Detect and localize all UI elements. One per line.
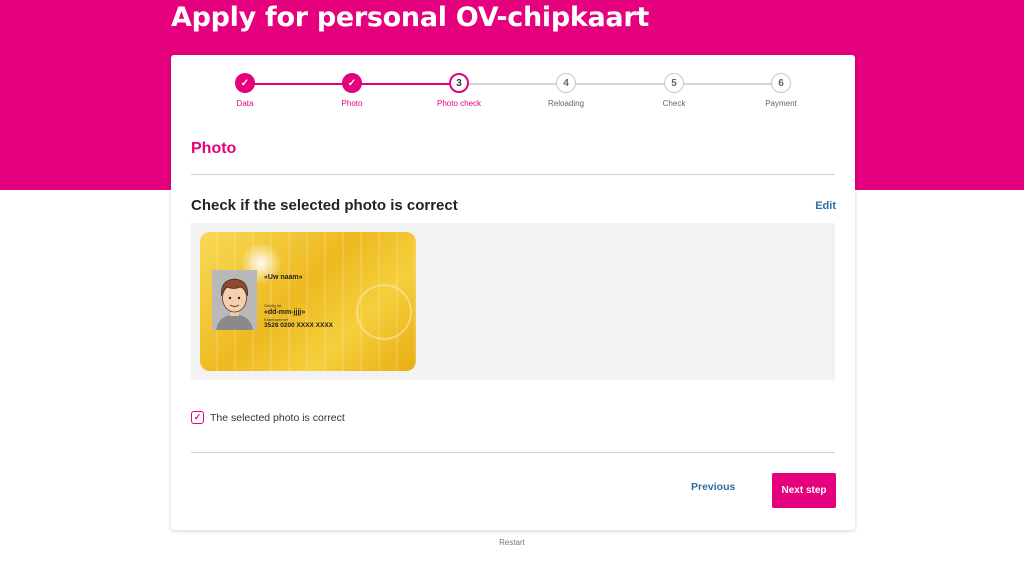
check-icon: ✓ bbox=[235, 73, 255, 93]
step-label: Payment bbox=[765, 99, 797, 108]
card-name: «Uw naam» bbox=[264, 274, 303, 281]
confirm-photo-checkbox[interactable]: ✓ bbox=[191, 411, 204, 424]
step-label: Photo check bbox=[436, 99, 482, 108]
step-payment: 6 Payment bbox=[731, 73, 831, 108]
edit-photo-link[interactable]: Edit bbox=[815, 200, 836, 212]
card-date: «dd-mm-jjjj» bbox=[264, 309, 306, 316]
step-label: Data bbox=[236, 99, 254, 108]
step-check: 5 Check bbox=[624, 73, 724, 108]
section-title: Photo bbox=[191, 140, 237, 157]
restart-link[interactable]: Restart bbox=[0, 538, 1024, 547]
step-photo-check: 3 Photo check bbox=[409, 73, 509, 108]
actions-divider bbox=[191, 452, 835, 453]
step-number: 5 bbox=[664, 73, 684, 93]
step-number: 6 bbox=[771, 73, 791, 93]
card-number: 3528 0200 XXXX XXXX bbox=[264, 322, 334, 329]
page-title: Apply for personal OV-chipkaart bbox=[171, 2, 649, 33]
avatar-illustration bbox=[212, 270, 257, 330]
section-divider bbox=[191, 174, 835, 175]
previous-button[interactable]: Previous bbox=[691, 481, 735, 493]
confirm-photo-row: ✓ The selected photo is correct bbox=[191, 411, 345, 424]
ov-chipkaart-preview: «Uw naam» Geldig tot «dd-mm-jjjj» Kaartn… bbox=[200, 232, 416, 371]
card-chip-ring bbox=[356, 284, 412, 340]
check-photo-heading: Check if the selected photo is correct bbox=[191, 197, 458, 214]
step-reloading: 4 Reloading bbox=[516, 73, 616, 108]
step-number: 4 bbox=[556, 73, 576, 93]
passport-photo bbox=[212, 270, 257, 330]
progress-stepper: ✓ Data ✓ Photo 3 Photo check 4 Reloading… bbox=[191, 73, 835, 113]
step-label: Check bbox=[662, 99, 686, 108]
form-card: ✓ Data ✓ Photo 3 Photo check 4 Reloading… bbox=[171, 55, 855, 530]
check-icon: ✓ bbox=[342, 73, 362, 93]
step-label: Photo bbox=[341, 99, 363, 108]
step-number: 3 bbox=[449, 73, 469, 93]
card-date-caption: Geldig tot bbox=[264, 303, 282, 308]
next-step-button[interactable]: Next step bbox=[772, 473, 836, 508]
step-label: Reloading bbox=[547, 99, 585, 108]
photo-preview-panel: «Uw naam» Geldig tot «dd-mm-jjjj» Kaartn… bbox=[191, 223, 835, 380]
step-data: ✓ Data bbox=[195, 73, 295, 108]
check-icon: ✓ bbox=[193, 412, 202, 422]
confirm-photo-label[interactable]: The selected photo is correct bbox=[210, 412, 345, 424]
step-photo: ✓ Photo bbox=[302, 73, 402, 108]
